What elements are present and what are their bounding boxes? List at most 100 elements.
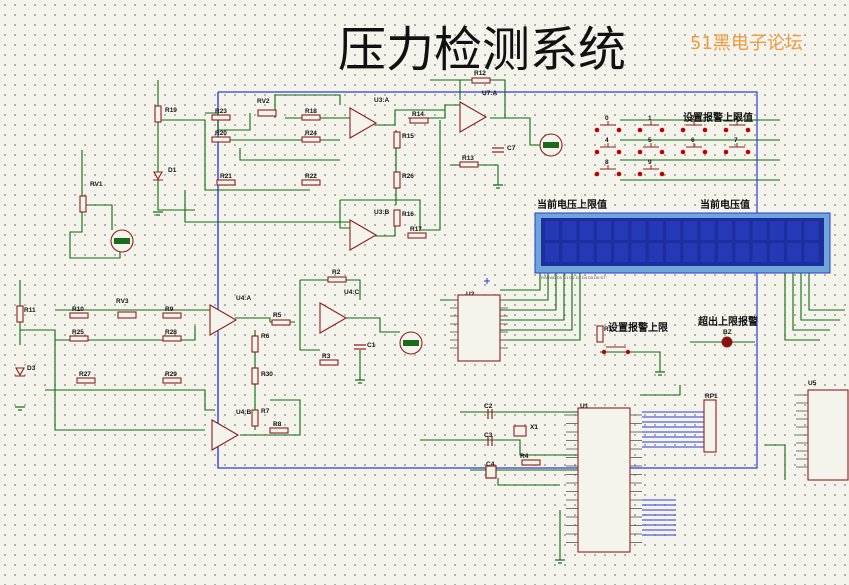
resistor-r18	[301, 114, 321, 121]
opamp-u4a	[209, 304, 238, 336]
over-alarm-label: 超出上限报警	[697, 315, 758, 328]
resistor-r13	[459, 161, 479, 168]
key-label: 1	[648, 115, 652, 122]
diodes	[15, 171, 163, 377]
potentiometer-rv1	[79, 195, 87, 213]
resistor-r29	[162, 377, 182, 384]
keypad-keys[interactable]: 0 1 2 3 4 5 6 7 8 9	[594, 115, 751, 177]
resistor-pack-rp1	[703, 399, 717, 453]
schematic-canvas: 压力检测系统 51黑电子论坛 R19 R23 RV2 R18 R20 R24 R…	[15, 22, 849, 564]
key-4[interactable]: 4	[594, 137, 622, 155]
resistor-r6	[251, 335, 259, 353]
svg-text:R26: R26	[402, 173, 414, 180]
svg-text:R25: R25	[72, 329, 84, 336]
resistor-r20	[211, 136, 231, 143]
svg-text:RV1: RV1	[90, 181, 103, 188]
resistor-r4	[521, 459, 541, 466]
crosshair-marker	[484, 278, 490, 284]
key-0[interactable]: 0	[594, 115, 622, 133]
svg-text:U4:A: U4:A	[236, 295, 251, 302]
key-1[interactable]: 1	[637, 115, 665, 133]
resistor-r5	[271, 319, 291, 326]
key-label: 5	[648, 137, 652, 144]
svg-text:R21: R21	[220, 173, 232, 180]
key-label: 0	[605, 115, 609, 122]
svg-text:X1: X1	[530, 424, 538, 431]
svg-text:R5: R5	[273, 312, 282, 319]
set-alarm-button[interactable]	[601, 346, 631, 355]
diode-d3	[15, 367, 25, 377]
resistor-r8	[269, 427, 289, 434]
opamps	[209, 101, 488, 451]
resistor-r9	[162, 312, 182, 319]
svg-text:C2: C2	[484, 403, 493, 410]
svg-text:R4: R4	[520, 453, 529, 460]
key-label: 7	[734, 137, 738, 144]
resistor-r26	[393, 171, 401, 189]
opamp-u3a	[349, 107, 378, 139]
svg-text:U3:A: U3:A	[374, 97, 389, 104]
svg-text:R24: R24	[305, 130, 317, 137]
u5-pins	[796, 394, 808, 468]
svg-text:R29: R29	[165, 371, 177, 378]
svg-text:U3:B: U3:B	[374, 209, 389, 216]
resistor-r23	[211, 114, 231, 121]
lcd-right-label: 当前电压值	[700, 198, 750, 211]
set-alarm-label: 设置报警上限	[608, 321, 669, 334]
potentiometer-rv3	[117, 311, 137, 319]
svg-text:C7: C7	[507, 145, 516, 152]
svg-text:R13: R13	[462, 155, 474, 162]
resistor-r1	[596, 325, 604, 343]
chip-u5	[807, 389, 849, 481]
svg-text:U4:B: U4:B	[236, 409, 251, 416]
resistor-r24	[301, 136, 321, 143]
potentiometer-rv2	[257, 109, 277, 117]
diode-d1	[153, 171, 163, 181]
key-8[interactable]: 8	[594, 159, 622, 177]
resistor-r3	[319, 359, 339, 366]
resistor-r12	[471, 77, 491, 84]
resistor-r14	[409, 117, 429, 124]
svg-text:D1: D1	[168, 167, 177, 174]
opamp-u7a	[459, 101, 488, 133]
key-label: 4	[605, 137, 609, 144]
resistor-r15	[393, 131, 401, 149]
key-label: 3	[734, 115, 738, 122]
key-label: 8	[605, 159, 609, 166]
resistor-r21	[216, 179, 236, 186]
opamp-u3b	[349, 219, 378, 251]
resistor-r11	[16, 305, 24, 323]
svg-text:R18: R18	[305, 108, 317, 115]
resistor-r7	[251, 409, 259, 427]
svg-text:U4:C: U4:C	[344, 289, 359, 296]
key-label: 6	[691, 137, 695, 144]
resistor-r16	[393, 209, 401, 227]
svg-text:R7: R7	[261, 408, 270, 415]
svg-text:RP1: RP1	[705, 393, 718, 400]
svg-text:R10: R10	[72, 306, 84, 313]
svg-text:R19: R19	[165, 107, 177, 114]
svg-text:R23: R23	[215, 108, 227, 115]
resistor-r22	[301, 179, 321, 186]
chip-u2	[457, 294, 501, 362]
svg-text:R2: R2	[332, 269, 341, 276]
watermark: 51黑电子论坛	[690, 33, 803, 54]
resistor-r19	[154, 105, 162, 123]
svg-text:RV3: RV3	[116, 298, 129, 305]
svg-text:R14: R14	[412, 111, 424, 118]
chip-u1	[577, 407, 631, 553]
key-9[interactable]: 9	[637, 159, 665, 177]
svg-text:R9: R9	[165, 306, 174, 313]
resistor-r27	[76, 377, 96, 384]
resistor-r2	[327, 276, 347, 283]
crystal-x1	[513, 425, 527, 437]
resistor-r17	[407, 232, 427, 239]
svg-text:R22: R22	[305, 173, 317, 180]
svg-text:RSRWE D0 D1 D2 D3 D4 D5 D6 D7: RSRWE D0 D1 D2 D3 D4 D5 D6 D7	[541, 275, 606, 280]
svg-text:R3: R3	[322, 353, 331, 360]
svg-text:R15: R15	[402, 133, 414, 140]
svg-text:U7:A: U7:A	[482, 90, 497, 97]
svg-text:R11: R11	[24, 307, 36, 314]
svg-text:R20: R20	[215, 130, 227, 137]
key-label: 2	[691, 115, 695, 122]
